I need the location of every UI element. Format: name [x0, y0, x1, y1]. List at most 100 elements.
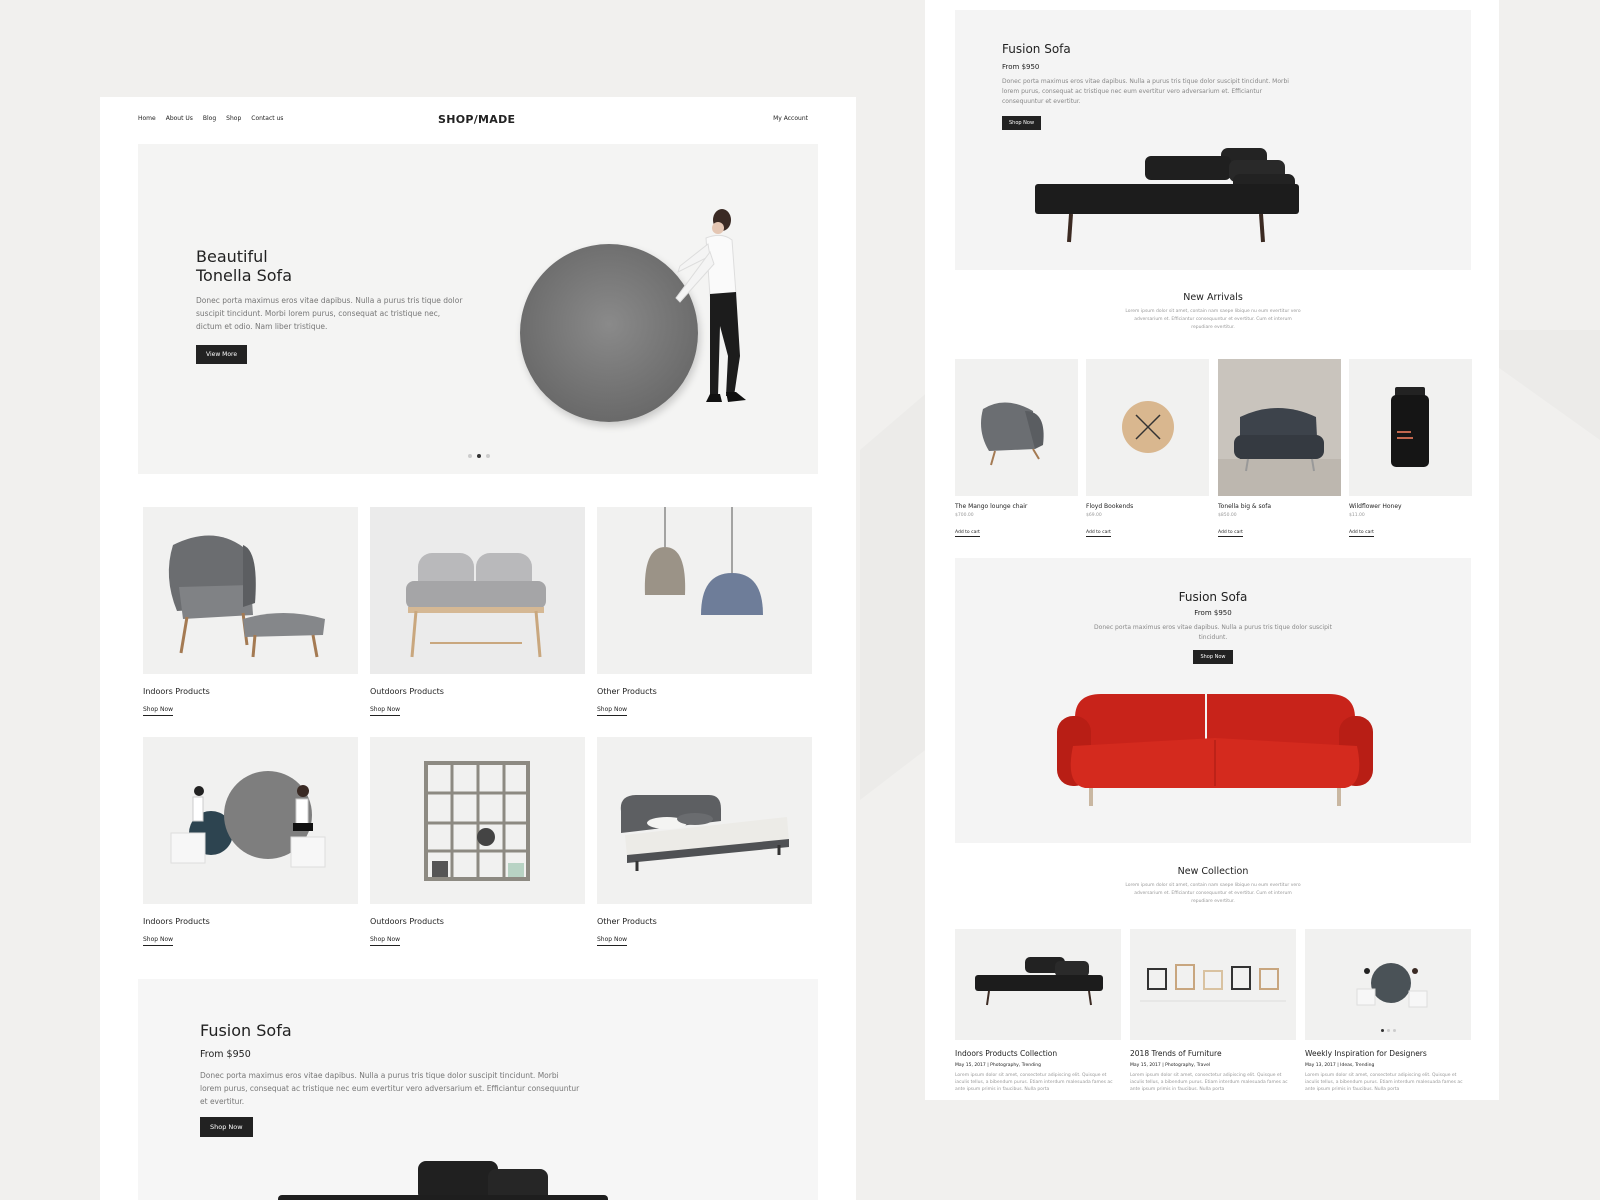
category-card[interactable]: Indoors Products Shop Now	[143, 737, 358, 946]
shop-now-link[interactable]: Shop Now	[143, 706, 174, 716]
promo-title: Fusion Sofa	[1002, 42, 1071, 56]
pendant-lamps-image	[597, 507, 812, 674]
product-card[interactable]: The Mango lounge chair $700.00 Add to ca…	[955, 359, 1078, 537]
post-excerpt: Lorem ipsum dolor sit amet, consectetur …	[955, 1073, 1113, 1092]
section-text: Lorem ipsum dolor sit amet, contain nam …	[1125, 883, 1301, 904]
daybed-image	[278, 1161, 608, 1200]
add-to-cart-link[interactable]: Add to cart	[1086, 530, 1111, 537]
shop-now-link[interactable]: Shop Now	[370, 936, 401, 946]
post-meta: May 15, 2017 | Photography, Travel	[1130, 1063, 1211, 1068]
promo-title: Fusion Sofa	[200, 1021, 292, 1040]
fusion-sofa-banner-red: Fusion Sofa From $950 Donec porta maximu…	[955, 558, 1471, 843]
hero-carousel-dots	[468, 454, 490, 458]
people-disc-post-image	[1305, 929, 1471, 1040]
carousel-dot[interactable]	[1387, 1029, 1390, 1032]
product-price: $700.00	[955, 513, 974, 518]
post-carousel-dots	[1381, 1029, 1396, 1032]
add-to-cart-link[interactable]: Add to cart	[955, 530, 980, 537]
category-card[interactable]: Outdoors Products Shop Now	[370, 507, 585, 716]
carousel-dot-active[interactable]	[477, 454, 481, 458]
promo-price: From $950	[1194, 609, 1232, 617]
tonella-sofa-image	[1218, 359, 1341, 496]
blog-post-card[interactable]: Weekly Inspiration for Designers May 13,…	[1305, 929, 1471, 1093]
promo-title: Fusion Sofa	[1178, 590, 1248, 604]
homepage-mockup: Home About Us Blog Shop Contact us SHOP/…	[100, 97, 856, 1200]
post-title[interactable]: Indoors Products Collection	[955, 1049, 1121, 1058]
post-title[interactable]: Weekly Inspiration for Designers	[1305, 1049, 1471, 1058]
category-title: Indoors Products	[143, 687, 210, 696]
category-title: Indoors Products	[143, 917, 210, 926]
shop-now-link[interactable]: Shop Now	[370, 706, 401, 716]
blog-post-card[interactable]: 2018 Trends of Furniture May 15, 2017 | …	[1130, 929, 1296, 1093]
red-sofa-image	[1057, 694, 1373, 806]
top-navigation: Home About Us Blog Shop Contact us SHOP/…	[138, 113, 808, 127]
loveseat-image	[370, 507, 585, 674]
site-logo[interactable]: SHOP/MADE	[438, 113, 515, 126]
lounge-chair-image	[955, 359, 1078, 496]
featured-promo: Fusion Sofa From $950 Donec porta maximu…	[138, 979, 818, 1200]
product-price: $69.00	[1086, 513, 1102, 518]
post-excerpt: Lorem ipsum dolor sit amet, consectetur …	[1130, 1073, 1288, 1092]
product-card[interactable]: Floyd Bookends $69.00 Add to cart	[1086, 359, 1209, 537]
section-title: New Arrivals	[1183, 292, 1243, 303]
post-meta: May 13, 2017 | Ideas, Trending	[1305, 1063, 1375, 1068]
hero-text: Donec porta maximus eros vitae dapibus. …	[196, 296, 463, 331]
product-name: The Mango lounge chair	[955, 503, 1028, 510]
shop-now-link[interactable]: Shop Now	[597, 936, 628, 946]
blog-post-card[interactable]: Indoors Products Collection May 15, 2017…	[955, 929, 1121, 1093]
new-arrivals-header: New Arrivals Lorem ipsum dolor sit amet,…	[955, 292, 1471, 332]
nav-link-shop[interactable]: Shop	[226, 115, 241, 122]
category-card[interactable]: Other Products Shop Now	[597, 507, 812, 716]
product-name: Wildflower Honey	[1349, 503, 1402, 510]
shop-now-button[interactable]: Shop Now	[200, 1117, 253, 1137]
shop-now-button[interactable]: Shop Now	[1193, 650, 1233, 664]
chairs-post-image	[1130, 929, 1296, 1040]
post-title[interactable]: 2018 Trends of Furniture	[1130, 1049, 1296, 1058]
hero-banner: Beautiful Tonella Sofa Donec porta maximu…	[138, 144, 818, 474]
promo-text: Donec porta maximus eros vitae dapibus. …	[1002, 78, 1289, 105]
nav-link-about[interactable]: About Us	[166, 115, 193, 122]
woman-figure-image	[675, 209, 746, 402]
bookshelf-image	[370, 737, 585, 904]
carousel-dot-active[interactable]	[1381, 1029, 1384, 1032]
promo-price: From $950	[200, 1049, 251, 1060]
product-name: Floyd Bookends	[1086, 503, 1134, 510]
view-more-button[interactable]: View More	[196, 345, 248, 364]
fusion-sofa-banner-top: Fusion Sofa From $950 Donec porta maximu…	[955, 10, 1471, 270]
carousel-dot[interactable]	[486, 454, 490, 458]
hero-title: Beautiful Tonella Sofa	[196, 247, 292, 285]
product-card[interactable]: Wildflower Honey $11.00 Add to cart	[1349, 359, 1472, 537]
product-name: Tonella big & sofa	[1218, 503, 1272, 510]
nav-links: Home About Us Blog Shop Contact us	[138, 115, 283, 122]
bed-image	[597, 737, 812, 904]
product-card[interactable]: Tonella big & sofa $850.00 Add to cart	[1218, 359, 1341, 537]
carousel-dot[interactable]	[1393, 1029, 1396, 1032]
nav-link-blog[interactable]: Blog	[203, 115, 216, 122]
carousel-dot[interactable]	[468, 454, 472, 458]
nav-link-home[interactable]: Home	[138, 115, 156, 122]
my-account-link[interactable]: My Account	[773, 115, 808, 122]
add-to-cart-link[interactable]: Add to cart	[1218, 530, 1243, 537]
shop-now-button[interactable]: Shop Now	[1002, 116, 1042, 130]
promo-text: Donec porta maximus eros vitae dapibus. …	[200, 1071, 580, 1106]
armchair-ottoman-image	[143, 507, 358, 674]
category-card[interactable]: Outdoors Products Shop Now	[370, 737, 585, 946]
shop-now-link[interactable]: Shop Now	[143, 936, 174, 946]
category-card[interactable]: Indoors Products Shop Now	[143, 507, 358, 716]
shop-now-link[interactable]: Shop Now	[597, 706, 628, 716]
category-title: Other Products	[597, 917, 657, 926]
promo-price: From $950	[1002, 63, 1040, 71]
add-to-cart-link[interactable]: Add to cart	[1349, 530, 1374, 537]
post-excerpt: Lorem ipsum dolor sit amet, consectetur …	[1305, 1073, 1463, 1092]
category-title: Outdoors Products	[370, 687, 444, 696]
daybed-post-image	[955, 929, 1121, 1040]
honey-jar-image	[1349, 359, 1472, 496]
product-page-mockup: Fusion Sofa From $950 Donec porta maximu…	[925, 0, 1499, 1100]
nav-link-contact[interactable]: Contact us	[251, 115, 283, 122]
new-collection-header: New Collection Lorem ipsum dolor sit ame…	[955, 866, 1471, 906]
post-meta: May 15, 2017 | Photography, Trending	[955, 1063, 1041, 1068]
category-title: Outdoors Products	[370, 917, 444, 926]
people-disc-image	[143, 737, 358, 904]
product-price: $850.00	[1218, 513, 1237, 518]
category-card[interactable]: Other Products Shop Now	[597, 737, 812, 946]
